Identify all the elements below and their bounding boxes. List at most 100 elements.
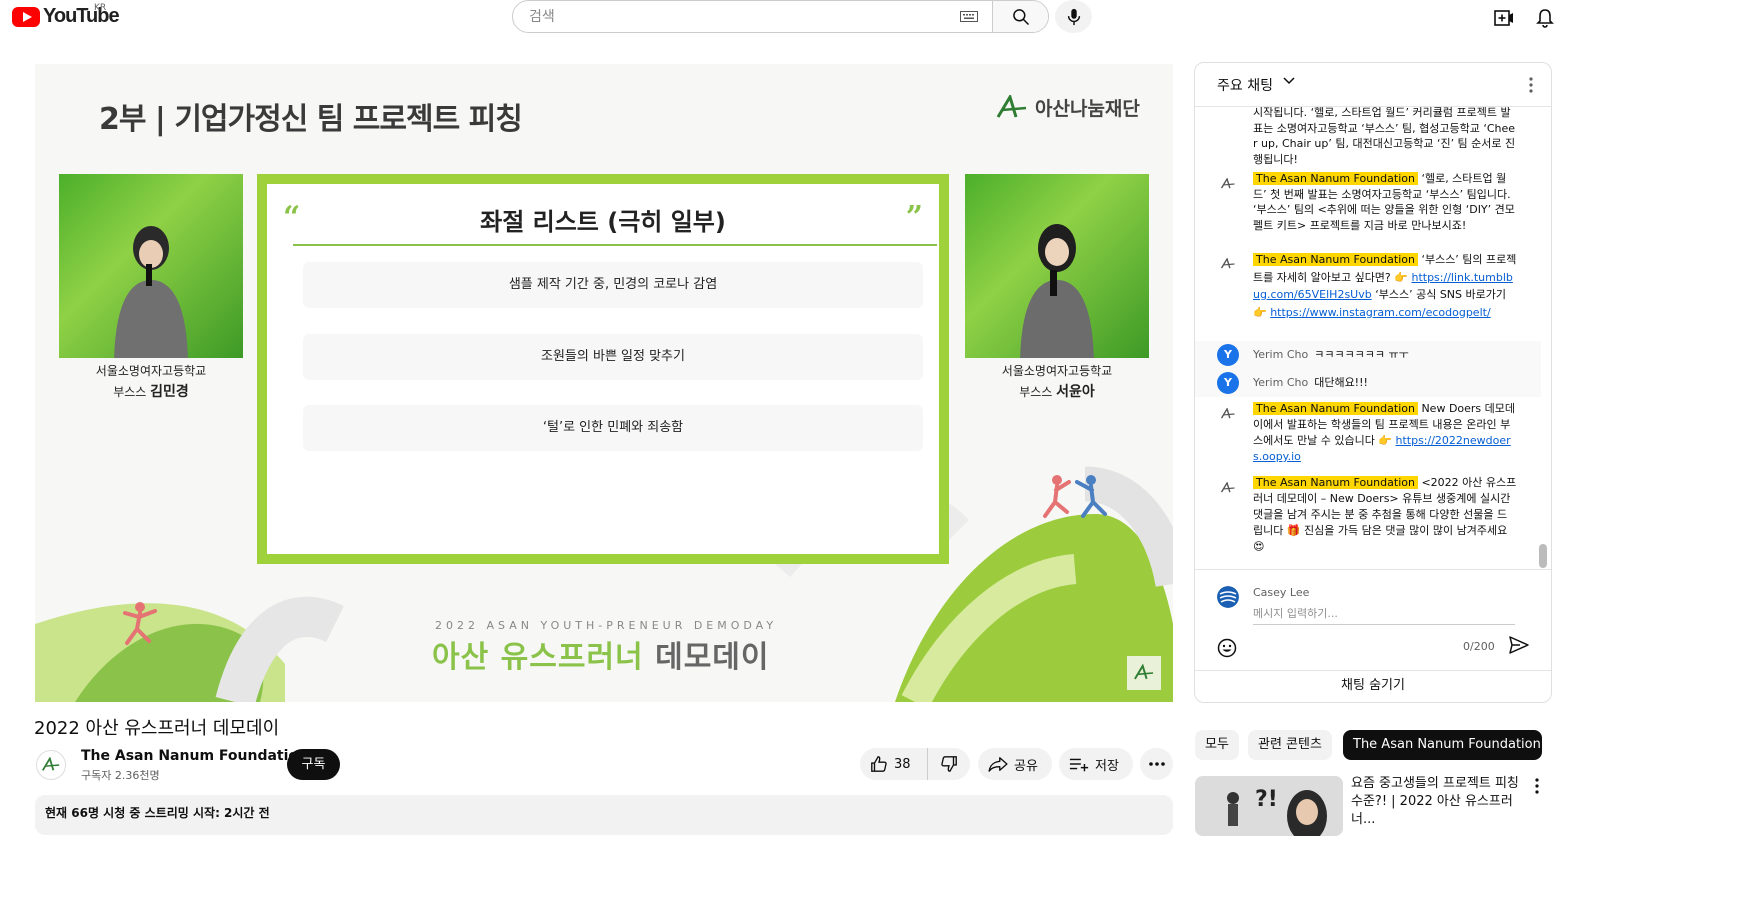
event-korean-title: 아산 유스프러너 데모데이 bbox=[432, 632, 770, 676]
svg-text:?!: ?! bbox=[1255, 787, 1278, 812]
search-input[interactable] bbox=[513, 1, 946, 32]
owner-author-badge[interactable]: The Asan Nanum Foundation bbox=[1253, 402, 1418, 415]
bell-icon[interactable] bbox=[1533, 6, 1557, 30]
slide-item: ‘털’로 인한 민폐와 죄송함 bbox=[303, 405, 923, 451]
create-icon[interactable] bbox=[1492, 6, 1516, 30]
event-english-title: 2022 ASAN YOUTH-PRENEUR DEMODAY bbox=[435, 619, 778, 632]
chat-message-input[interactable] bbox=[1253, 603, 1515, 625]
foundation-logo-icon bbox=[1220, 178, 1235, 189]
video-title: 2022 아산 유스프러너 데모데이 bbox=[34, 718, 280, 739]
left-speaker-role: 부스스 bbox=[113, 385, 147, 399]
author-avatar: Y bbox=[1217, 372, 1239, 394]
foundation-logo-icon bbox=[1220, 408, 1235, 419]
send-icon[interactable] bbox=[1509, 636, 1529, 654]
emoji-icon[interactable] bbox=[1217, 638, 1237, 658]
more-vertical-icon[interactable] bbox=[1529, 77, 1533, 93]
voice-search-button[interactable] bbox=[1055, 0, 1092, 33]
chat-message: Y Yerim Cho 대단해요!!! bbox=[1195, 369, 1541, 397]
more-vertical-icon[interactable] bbox=[1535, 778, 1539, 794]
speaker-figure bbox=[114, 226, 188, 358]
author-avatar bbox=[1217, 173, 1239, 195]
video-player[interactable]: 2부 | 기업가정신 팀 프로젝트 피칭 아산나눔재단 서울소명여자고등학교 부… bbox=[35, 64, 1173, 702]
like-button[interactable]: 38 bbox=[860, 748, 928, 780]
owner-author-badge[interactable]: The Asan Nanum Foundation bbox=[1253, 476, 1418, 489]
related-video-thumbnail[interactable]: ?! bbox=[1195, 776, 1343, 836]
chat-user-name: Casey Lee bbox=[1253, 586, 1310, 599]
right-speaker-video bbox=[965, 174, 1149, 358]
message-author[interactable]: Yerim Cho bbox=[1253, 348, 1308, 361]
slide-divider bbox=[293, 244, 937, 246]
like-dislike-group: 38 bbox=[860, 748, 970, 780]
user-avatar bbox=[1217, 586, 1239, 608]
description-box[interactable]: 현재 66명 시청 중 스트리밍 시작: 2시간 전 bbox=[35, 795, 1173, 835]
message-text: 시작됩니다. ‘헬로, 스타트업 월드’ 커리큘럼 프로젝트 발표는 소명여자고… bbox=[1253, 107, 1516, 166]
thumbnail-image: ?! bbox=[1195, 776, 1343, 836]
chip-related[interactable]: 관련 콘텐츠 bbox=[1248, 730, 1332, 760]
chat-scrollbar[interactable] bbox=[1539, 544, 1547, 568]
save-label: 저장 bbox=[1095, 758, 1119, 774]
related-video-title[interactable]: 요즘 중고생들의 프로젝트 피칭 수준?! | 2022 아산 유스프러너... bbox=[1351, 775, 1531, 829]
chat-message: The Asan Nanum Foundation ‘헬로, 스타트업 월드’ … bbox=[1195, 169, 1541, 249]
share-button[interactable]: 공유 bbox=[978, 748, 1052, 780]
youtube-play-icon bbox=[12, 6, 40, 27]
search-button[interactable] bbox=[992, 1, 1048, 32]
chat-input-area: Casey Lee 0/200 bbox=[1195, 569, 1551, 669]
author-avatar bbox=[1217, 253, 1239, 275]
message-link[interactable]: https://www.instagram.com/ecodogpelt/ bbox=[1270, 306, 1490, 319]
right-speaker-caption: 서울소명여자고등학교 부스스 서윤아 bbox=[965, 362, 1149, 401]
more-actions-button[interactable] bbox=[1140, 748, 1173, 780]
slide-item: 조원들의 바쁜 일정 맞추기 bbox=[303, 334, 923, 380]
chat-message: The Asan Nanum Foundation <2022 아산 유스프러너… bbox=[1195, 473, 1541, 567]
channel-name[interactable]: The Asan Nanum Foundation bbox=[81, 748, 308, 764]
char-counter: 0/200 bbox=[1463, 640, 1495, 653]
foundation-logo-icon bbox=[1220, 482, 1235, 493]
foundation-logo-icon bbox=[1220, 258, 1235, 269]
chat-mode-selector[interactable]: 주요 채팅 bbox=[1217, 75, 1273, 95]
left-speaker-video bbox=[59, 174, 243, 358]
slide-item: 샘플 제작 기간 중, 민경의 코로나 감염 bbox=[303, 262, 923, 308]
chat-message: 시작됩니다. ‘헬로, 스타트업 월드’ 커리큘럼 프로젝트 발표는 소명여자고… bbox=[1195, 107, 1541, 169]
chat-message: The Asan Nanum Foundation New Doers 데모데이… bbox=[1195, 399, 1541, 473]
hide-chat-button[interactable]: 채팅 숨기기 bbox=[1195, 670, 1551, 702]
live-chat-panel: 주요 채팅 시작됩니다. ‘헬로, 스타트업 월드’ 커리큘럼 프로젝트 발표는… bbox=[1194, 62, 1552, 703]
share-label: 공유 bbox=[1014, 758, 1038, 774]
left-speaker-school: 서울소명여자고등학교 bbox=[95, 364, 207, 378]
foundation-logo-icon bbox=[42, 757, 60, 771]
chat-messages[interactable]: 시작됩니다. ‘헬로, 스타트업 월드’ 커리큘럼 프로젝트 발표는 소명여자고… bbox=[1195, 107, 1543, 567]
logo-text: YouTube bbox=[43, 5, 120, 27]
author-avatar: Y bbox=[1217, 344, 1239, 366]
owner-author-badge[interactable]: The Asan Nanum Foundation bbox=[1253, 172, 1418, 185]
author-avatar bbox=[1217, 477, 1239, 499]
owner-author-badge[interactable]: The Asan Nanum Foundation bbox=[1253, 253, 1418, 266]
share-icon bbox=[988, 757, 1008, 772]
left-speaker-name: 김민경 bbox=[150, 384, 189, 400]
subscribe-button[interactable]: 구독 bbox=[287, 749, 340, 780]
foundation-logo-icon bbox=[996, 94, 1027, 118]
dislike-button[interactable] bbox=[928, 755, 970, 773]
chat-message: Y Yerim Cho ㅋㅋㅋㅋㅋㅋㅋ ㅠㅜ bbox=[1195, 341, 1541, 369]
channel-watermark-icon[interactable] bbox=[1127, 656, 1161, 690]
speaker-figure bbox=[1020, 224, 1094, 358]
foundation-brand-text: 아산나눔재단 bbox=[1035, 98, 1140, 120]
save-playlist-icon bbox=[1069, 758, 1089, 772]
subscriber-count: 구독자 2.36천명 bbox=[81, 769, 160, 782]
slide-heading: 2부 | 기업가정신 팀 프로젝트 피칭 bbox=[99, 102, 523, 137]
chip-all[interactable]: 모두 bbox=[1195, 730, 1239, 760]
chip-channel[interactable]: The Asan Nanum Foundation ... bbox=[1343, 730, 1542, 760]
view-status: 현재 66명 시청 중 스트리밍 시작: 2시간 전 bbox=[45, 806, 270, 820]
runner-figure-icon bbox=[123, 602, 157, 645]
right-speaker-role: 부스스 bbox=[1019, 385, 1053, 399]
thumbs-up-icon bbox=[871, 756, 887, 772]
message-text: ㅋㅋㅋㅋㅋㅋㅋ ㅠㅜ bbox=[1314, 348, 1409, 361]
save-button[interactable]: 저장 bbox=[1059, 748, 1133, 780]
jumping-figures-icon bbox=[1043, 475, 1107, 518]
message-author[interactable]: Yerim Cho bbox=[1253, 376, 1308, 389]
keyboard-icon[interactable] bbox=[946, 1, 992, 32]
thumbs-down-icon bbox=[941, 756, 957, 772]
mic-icon bbox=[1067, 8, 1080, 25]
more-horizontal-icon bbox=[1148, 762, 1165, 766]
slide-title: 좌절 리스트 (극히 일부) bbox=[480, 208, 726, 236]
channel-avatar[interactable] bbox=[36, 750, 66, 780]
search-box bbox=[512, 0, 1049, 33]
chevron-down-icon[interactable] bbox=[1283, 77, 1295, 85]
